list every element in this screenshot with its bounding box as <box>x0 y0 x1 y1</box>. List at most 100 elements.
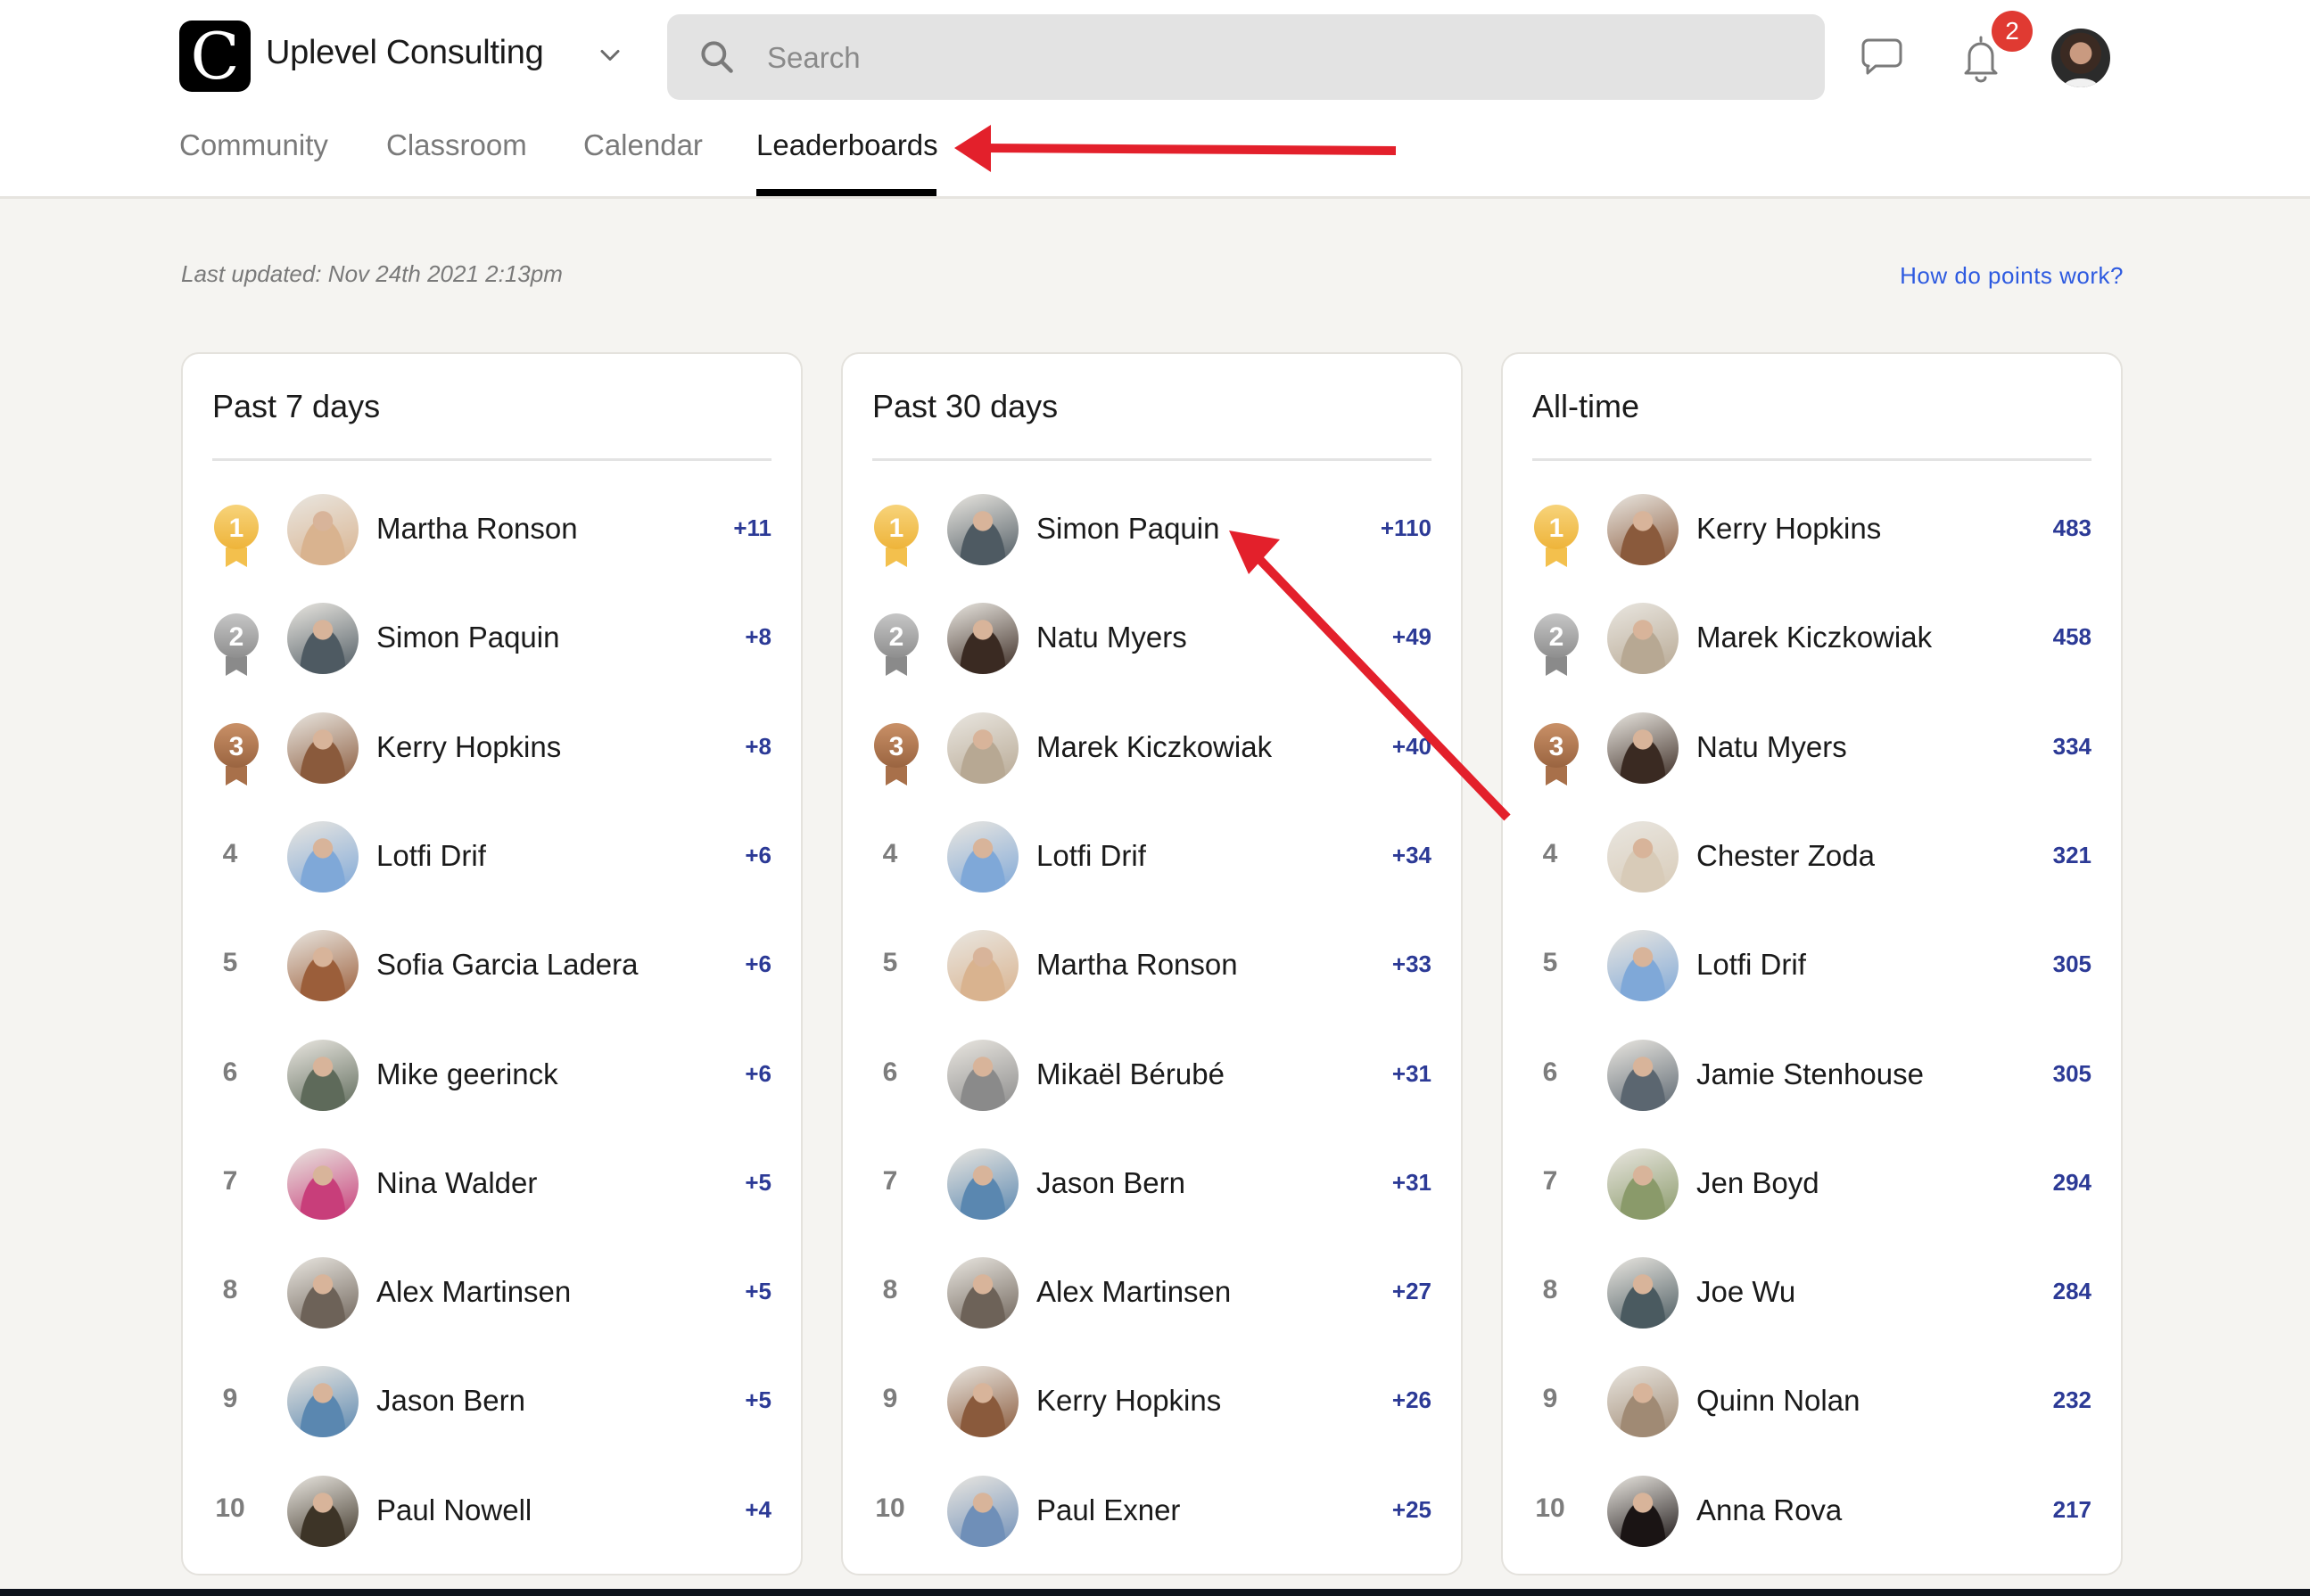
member-name[interactable]: Jason Bern <box>376 1384 525 1418</box>
leaderboard-row[interactable]: 1 Martha Ronson +11 <box>183 485 801 574</box>
member-name[interactable]: Paul Exner <box>1036 1493 1180 1527</box>
member-name[interactable]: Joe Wu <box>1696 1275 1795 1309</box>
leaderboard-row[interactable]: 1 Kerry Hopkins 483 <box>1503 485 2121 574</box>
member-name[interactable]: Kerry Hopkins <box>1696 512 1881 546</box>
member-avatar[interactable] <box>1607 1366 1679 1438</box>
member-avatar[interactable] <box>287 712 359 784</box>
member-avatar[interactable] <box>947 1475 1019 1547</box>
member-avatar[interactable] <box>1607 820 1679 893</box>
leaderboard-row[interactable]: 8 Alex Martinsen +27 <box>843 1248 1461 1337</box>
member-name[interactable]: Jamie Stenhouse <box>1696 1057 1924 1091</box>
leaderboard-row[interactable]: 9 Jason Bern +5 <box>183 1357 801 1446</box>
member-avatar[interactable] <box>287 494 359 565</box>
member-avatar[interactable] <box>947 603 1019 675</box>
member-name[interactable]: Mike geerinck <box>376 1057 558 1091</box>
member-avatar[interactable] <box>287 603 359 675</box>
tab-classroom[interactable]: Classroom <box>386 128 527 162</box>
member-name[interactable]: Marek Kiczkowiak <box>1696 621 1932 654</box>
member-avatar[interactable] <box>1607 1475 1679 1547</box>
member-name[interactable]: Anna Rova <box>1696 1493 1842 1527</box>
leaderboard-row[interactable]: 10 Paul Exner +25 <box>843 1467 1461 1556</box>
member-name[interactable]: Kerry Hopkins <box>1036 1384 1221 1418</box>
member-avatar[interactable] <box>287 930 359 1002</box>
member-avatar[interactable] <box>947 1039 1019 1111</box>
member-name[interactable]: Natu Myers <box>1696 730 1847 764</box>
leaderboard-row[interactable]: 6 Jamie Stenhouse 305 <box>1503 1031 2121 1120</box>
tab-community[interactable]: Community <box>179 128 328 162</box>
leaderboard-row[interactable]: 9 Quinn Nolan 232 <box>1503 1357 2121 1446</box>
leaderboard-row[interactable]: 3 Marek Kiczkowiak +40 <box>843 703 1461 793</box>
member-avatar[interactable] <box>1607 930 1679 1002</box>
member-avatar[interactable] <box>947 930 1019 1002</box>
member-name[interactable]: Sofia Garcia Ladera <box>376 948 639 982</box>
leaderboard-row[interactable]: 6 Mikaël Bérubé +31 <box>843 1031 1461 1120</box>
leaderboard-row[interactable]: 4 Lotfi Drif +6 <box>183 812 801 901</box>
member-avatar[interactable] <box>287 1257 359 1329</box>
member-name[interactable]: Martha Ronson <box>376 512 578 546</box>
leaderboard-row[interactable]: 5 Lotfi Drif 305 <box>1503 921 2121 1010</box>
leaderboard-row[interactable]: 4 Lotfi Drif +34 <box>843 812 1461 901</box>
user-avatar[interactable] <box>2051 29 2110 87</box>
leaderboard-row[interactable]: 2 Natu Myers +49 <box>843 594 1461 683</box>
member-avatar[interactable] <box>1607 712 1679 784</box>
search-bar[interactable] <box>667 14 1825 102</box>
community-logo[interactable]: C <box>179 21 251 92</box>
leaderboard-row[interactable]: 6 Mike geerinck +6 <box>183 1031 801 1120</box>
member-avatar[interactable] <box>947 712 1019 784</box>
member-avatar[interactable] <box>287 820 359 893</box>
member-avatar[interactable] <box>287 1148 359 1220</box>
member-name[interactable]: Kerry Hopkins <box>376 730 561 764</box>
chevron-down-icon[interactable] <box>594 39 626 71</box>
leaderboard-row[interactable]: 2 Simon Paquin +8 <box>183 594 801 683</box>
leaderboard-row[interactable]: 10 Anna Rova 217 <box>1503 1467 2121 1556</box>
member-name[interactable]: Jason Bern <box>1036 1166 1185 1200</box>
member-name[interactable]: Martha Ronson <box>1036 948 1238 982</box>
leaderboard-row[interactable]: 5 Martha Ronson +33 <box>843 921 1461 1010</box>
leaderboard-row[interactable]: 4 Chester Zoda 321 <box>1503 812 2121 901</box>
member-avatar[interactable] <box>1607 1257 1679 1329</box>
member-name[interactable]: Jen Boyd <box>1696 1166 1819 1200</box>
member-name[interactable]: Alex Martinsen <box>376 1275 571 1309</box>
community-name[interactable]: Uplevel Consulting <box>266 34 544 72</box>
member-name[interactable]: Nina Walder <box>376 1166 537 1200</box>
leaderboard-row[interactable]: 9 Kerry Hopkins +26 <box>843 1357 1461 1446</box>
member-avatar[interactable] <box>947 1257 1019 1329</box>
member-name[interactable]: Simon Paquin <box>1036 512 1219 546</box>
member-name[interactable]: Alex Martinsen <box>1036 1275 1231 1309</box>
member-name[interactable]: Paul Nowell <box>376 1493 532 1527</box>
member-avatar[interactable] <box>1607 603 1679 675</box>
member-name[interactable]: Lotfi Drif <box>1696 948 1806 982</box>
member-name[interactable]: Lotfi Drif <box>376 839 486 873</box>
member-avatar[interactable] <box>1607 494 1679 565</box>
leaderboard-row[interactable]: 2 Marek Kiczkowiak 458 <box>1503 594 2121 683</box>
leaderboard-row[interactable]: 7 Nina Walder +5 <box>183 1139 801 1229</box>
member-avatar[interactable] <box>947 820 1019 893</box>
member-name[interactable]: Simon Paquin <box>376 621 559 654</box>
leaderboard-row[interactable]: 8 Joe Wu 284 <box>1503 1248 2121 1337</box>
leaderboard-row[interactable]: 5 Sofia Garcia Ladera +6 <box>183 921 801 1010</box>
member-avatar[interactable] <box>947 1366 1019 1438</box>
tab-calendar[interactable]: Calendar <box>583 128 703 162</box>
member-avatar[interactable] <box>947 1148 1019 1220</box>
member-avatar[interactable] <box>287 1039 359 1111</box>
member-avatar[interactable] <box>287 1475 359 1547</box>
chat-icon[interactable] <box>1860 37 1903 77</box>
member-name[interactable]: Natu Myers <box>1036 621 1187 654</box>
member-name[interactable]: Chester Zoda <box>1696 839 1875 873</box>
search-input[interactable] <box>765 14 1794 102</box>
member-name[interactable]: Quinn Nolan <box>1696 1384 1860 1418</box>
leaderboard-row[interactable]: 3 Kerry Hopkins +8 <box>183 703 801 793</box>
member-avatar[interactable] <box>287 1366 359 1438</box>
member-name[interactable]: Marek Kiczkowiak <box>1036 730 1272 764</box>
how-points-work-link[interactable]: How do points work? <box>1900 262 2124 290</box>
leaderboard-row[interactable]: 8 Alex Martinsen +5 <box>183 1248 801 1337</box>
member-name[interactable]: Lotfi Drif <box>1036 839 1146 873</box>
leaderboard-row[interactable]: 7 Jason Bern +31 <box>843 1139 1461 1229</box>
member-avatar[interactable] <box>1607 1039 1679 1111</box>
member-avatar[interactable] <box>1607 1148 1679 1220</box>
leaderboard-row[interactable]: 10 Paul Nowell +4 <box>183 1467 801 1556</box>
leaderboard-row[interactable]: 7 Jen Boyd 294 <box>1503 1139 2121 1229</box>
tab-leaderboards[interactable]: Leaderboards <box>756 128 938 162</box>
leaderboard-row[interactable]: 3 Natu Myers 334 <box>1503 703 2121 793</box>
member-name[interactable]: Mikaël Bérubé <box>1036 1057 1225 1091</box>
